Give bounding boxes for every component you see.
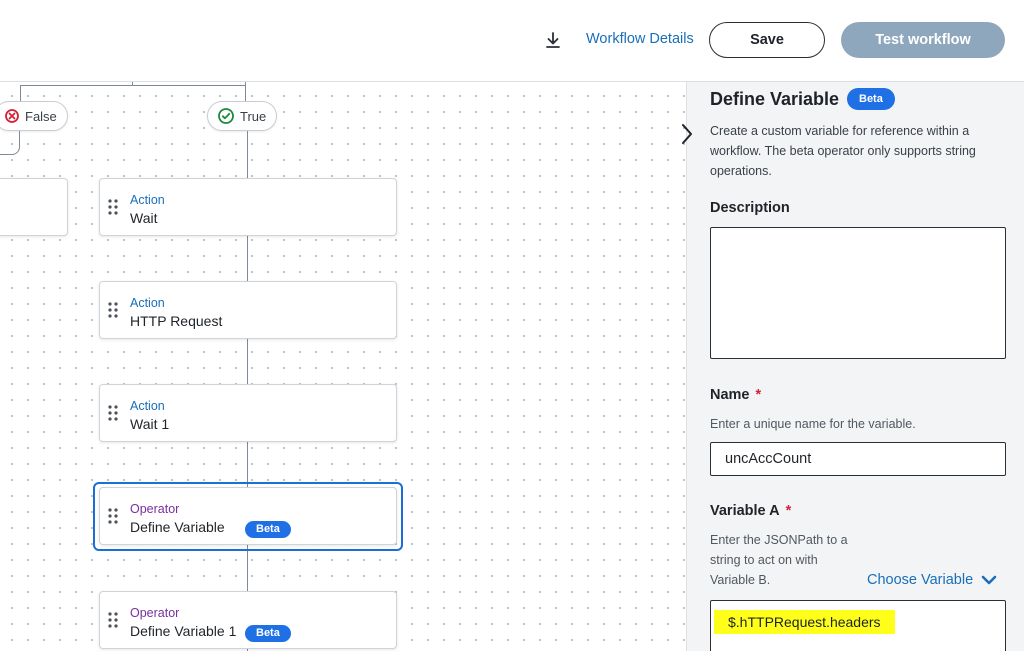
name-input[interactable] (710, 442, 1006, 476)
node-type: Operator (130, 502, 180, 516)
connector (20, 85, 21, 101)
required-marker: * (785, 503, 792, 519)
workflow-canvas[interactable]: False True Action Wait Action HTTP Reque… (0, 82, 686, 651)
check-circle-icon (218, 108, 234, 124)
top-bar: Workflow Details Save Test workflow (0, 0, 1024, 82)
connector (0, 131, 20, 155)
panel-description: Create a custom variable for reference w… (710, 124, 976, 178)
error-circle-icon (5, 109, 19, 123)
node-label: Define Variable (130, 519, 225, 535)
node-label: Wait 1 (130, 416, 170, 432)
test-workflow-button[interactable]: Test workflow (841, 22, 1005, 58)
drag-handle-icon[interactable] (108, 199, 118, 215)
branch-false-pill[interactable]: False (0, 101, 68, 131)
node-type: Action (130, 193, 165, 207)
choose-variable-label: Choose Variable (867, 572, 974, 588)
node-define-variable-1[interactable]: Operator Define Variable 1 Beta (99, 591, 397, 649)
node-label: Wait (130, 210, 158, 226)
define-variable-panel: Define Variable Beta Create a custom var… (686, 82, 1024, 651)
node-label: Define Variable 1 (130, 623, 237, 639)
description-label: Description (710, 200, 790, 216)
chevron-down-icon (981, 575, 997, 585)
required-marker: * (755, 387, 762, 403)
false-branch-node[interactable] (0, 178, 68, 236)
choose-variable-button[interactable]: Choose Variable (867, 572, 997, 588)
drag-handle-icon[interactable] (108, 405, 118, 421)
node-http-request[interactable]: Action HTTP Request (99, 281, 397, 339)
save-button[interactable]: Save (709, 22, 825, 58)
drag-handle-icon[interactable] (108, 508, 118, 524)
node-type: Operator (130, 606, 180, 620)
node-wait[interactable]: Action Wait (99, 178, 397, 236)
connector (245, 85, 246, 101)
beta-badge: Beta (245, 625, 291, 642)
node-label: HTTP Request (130, 313, 223, 329)
branch-false-label: False (25, 108, 57, 124)
name-help-text: Enter a unique name for the variable. (710, 417, 916, 431)
variable-a-label: Variable A * (710, 503, 792, 519)
variable-a-value: $.hTTPRequest.headers (714, 610, 895, 634)
chevron-right-icon[interactable] (675, 116, 699, 152)
branch-true-pill[interactable]: True (207, 101, 278, 131)
beta-badge: Beta (245, 521, 291, 538)
variable-a-input[interactable]: $.hTTPRequest.headers (710, 600, 1006, 651)
panel-title: Define Variable (710, 89, 840, 109)
drag-handle-icon[interactable] (108, 302, 118, 318)
workflow-details-link[interactable]: Workflow Details (586, 31, 694, 47)
description-textarea[interactable] (710, 227, 1006, 359)
node-define-variable[interactable]: Operator Define Variable Beta (99, 487, 397, 545)
variable-a-help-text: Enter the JSONPath to a string to act on… (710, 533, 848, 587)
node-wait-1[interactable]: Action Wait 1 (99, 384, 397, 442)
name-label: Name * (710, 387, 762, 403)
connector (20, 85, 246, 86)
download-icon[interactable] (544, 31, 562, 49)
drag-handle-icon[interactable] (108, 612, 118, 628)
node-type: Action (130, 296, 165, 310)
node-type: Action (130, 399, 165, 413)
panel-beta-badge: Beta (847, 88, 895, 110)
branch-true-label: True (240, 108, 267, 124)
